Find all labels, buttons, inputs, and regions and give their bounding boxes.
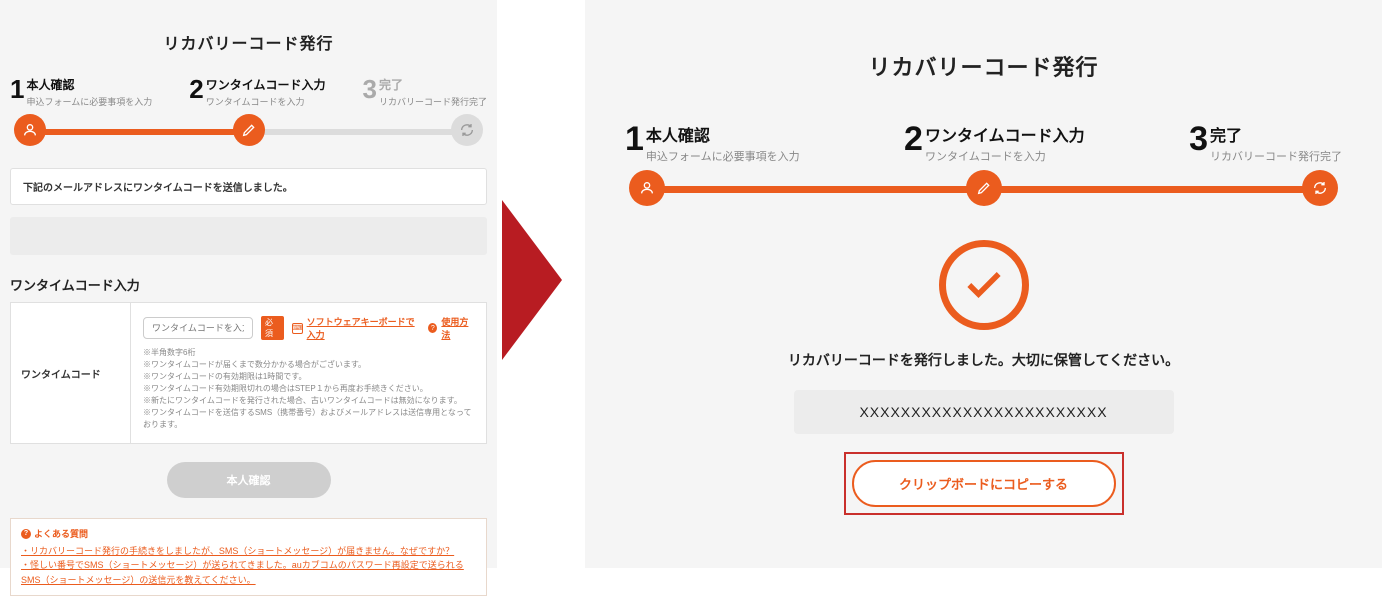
page-title: リカバリーコード発行 [10,30,487,54]
usage-link[interactable]: 使用方法 [441,315,474,341]
keyboard-icon: ⌨ [292,323,303,334]
input-notes: 半角数字6桁 ワンタイムコードが届くまで数分かかる場合がございます。 ワンタイム… [143,347,474,431]
refresh-icon [451,114,483,146]
faq-link-1[interactable]: ・リカバリーコード発行の手続きをしましたが、SMS（ショートメッセージ）が届きま… [21,544,476,558]
question-icon: ? [21,529,31,539]
email-display-box [10,217,487,255]
person-icon [629,170,665,206]
field-label: ワンタイムコード [11,303,131,443]
panel-complete: リカバリーコード発行 1 本人確認 申込フォームに必要事項を入力 2 ワンタイム… [585,0,1382,568]
help-icon: ? [428,323,437,333]
success-check-icon [939,240,1029,330]
page-title: リカバリーコード発行 [625,50,1342,82]
step-indicator: 1 本人確認 申込フォームに必要事項を入力 2 ワンタイムコード入力 ワンタイム… [625,122,1342,164]
recovery-code-display: XXXXXXXXXXXXXXXXXXXXXXXX [794,390,1174,434]
otp-input[interactable] [143,317,253,339]
step-3: 3 完了 リカバリーコード発行完了 [363,76,487,108]
copy-button-highlight: クリップボードにコピーする [844,452,1124,515]
step-1: 1 本人確認 申込フォームに必要事項を入力 [10,76,152,108]
refresh-icon [1302,170,1338,206]
copy-to-clipboard-button[interactable]: クリップボードにコピーする [852,460,1116,507]
step-1: 1 本人確認 申込フォームに必要事項を入力 [625,122,800,164]
issued-message: リカバリーコードを発行しました。大切に保管してください。 [625,350,1342,370]
panel-step2: リカバリーコード発行 1 本人確認 申込フォームに必要事項を入力 2 ワンタイム… [0,0,497,568]
otp-input-table: ワンタイムコード 必須 ⌨ ソフトウェアキーボードで入力 ? 使用方法 半角数字… [10,302,487,444]
person-icon [14,114,46,146]
step-2: 2 ワンタイムコード入力 ワンタイムコードを入力 [904,122,1085,164]
faq-box: ? よくある質問 ・リカバリーコード発行の手続きをしましたが、SMS（ショートメ… [10,518,487,596]
required-badge: 必須 [261,316,284,340]
step-indicator: 1 本人確認 申込フォームに必要事項を入力 2 ワンタイムコード入力 ワンタイム… [10,76,487,108]
verify-button[interactable]: 本人確認 [167,462,331,498]
pencil-icon [966,170,1002,206]
software-keyboard-link[interactable]: ソフトウェアキーボードで入力 [307,315,421,341]
section-header: ワンタイムコード入力 [10,275,487,294]
transition-arrow [502,200,582,360]
pencil-icon [233,114,265,146]
faq-link-2[interactable]: ・怪しい番号でSMS（ショートメッセージ）が送られてきました。auカブコムのパス… [21,558,476,587]
faq-title: ? よくある質問 [21,527,476,540]
step-3: 3 完了 リカバリーコード発行完了 [1189,122,1342,164]
progress-bar [10,114,487,150]
info-message: 下記のメールアドレスにワンタイムコードを送信しました。 [10,168,487,205]
step-2: 2 ワンタイムコード入力 ワンタイムコードを入力 [189,76,325,108]
progress-bar [625,170,1342,210]
